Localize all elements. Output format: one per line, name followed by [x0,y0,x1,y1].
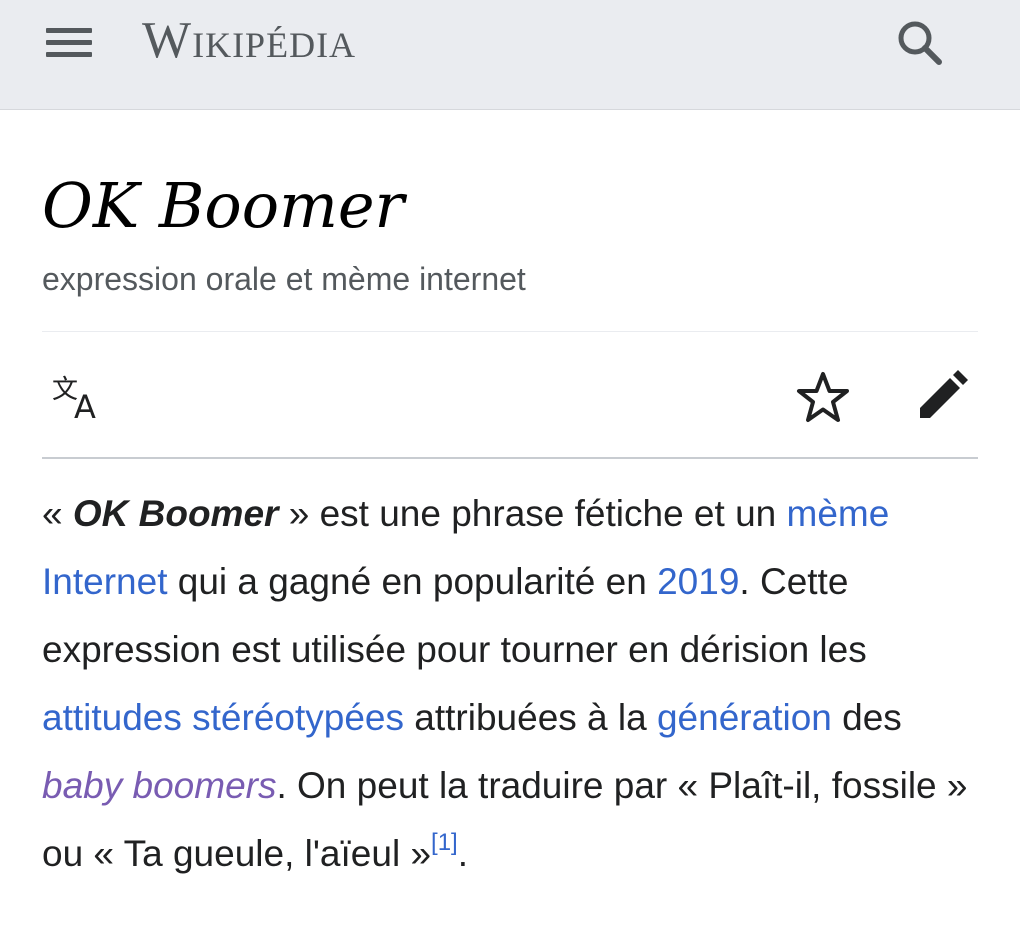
link-attitudes-stereotypees[interactable]: attitudes stéréotypées [42,697,404,738]
text-segment: des [831,697,902,738]
translate-icon[interactable]: 文 A [50,372,110,426]
reference-link[interactable]: [1] [431,829,458,856]
text-segment: » est une phrase fétiche et un [278,493,787,534]
header-bar: Wikipédia [0,0,1020,110]
text-open-quote: « [42,493,73,534]
hamburger-menu-icon[interactable] [44,22,94,62]
link-2019[interactable]: 2019 [657,561,739,602]
page-title: OK Boomer [42,169,405,242]
article-lead-paragraph: « OK Boomer » est une phrase fétiche et … [42,480,982,888]
svg-text:A: A [74,388,96,422]
text-segment: . [457,833,468,874]
pencil-icon[interactable] [912,368,970,426]
text-segment: qui a gagné en popularité en [167,561,658,602]
link-generation[interactable]: génération [657,697,832,738]
divider [42,457,978,459]
page-description: expression orale et mème internet [42,261,526,297]
text-segment: attribuées à la [404,697,657,738]
search-icon[interactable] [893,16,947,70]
bold-term: OK Boomer [72,493,279,534]
star-icon[interactable] [794,370,852,426]
divider [42,331,978,332]
link-baby-boomers[interactable]: baby boomers [42,765,276,806]
wikipedia-wordmark[interactable]: Wikipédia [142,10,356,72]
